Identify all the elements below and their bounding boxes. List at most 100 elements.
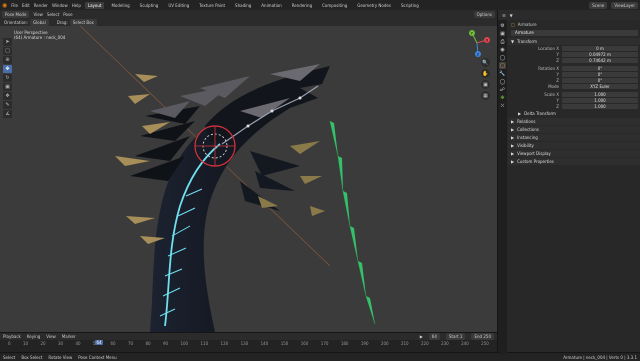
menu-render[interactable]: Render [34, 3, 48, 8]
workspace-tab-sculpting[interactable]: Sculpting [137, 2, 162, 9]
tool-tab-icon[interactable]: ⚙ [499, 22, 506, 29]
view-nav-buttons: 🔍 ✋ ▣ ▦ [481, 58, 490, 100]
select-icon[interactable]: □ [3, 47, 12, 55]
timeline-tick: 60 [110, 341, 116, 346]
custom-properties-panel-header[interactable]: ▶ Custom Properties [508, 158, 640, 165]
menu-playback[interactable]: Playback [3, 334, 21, 339]
timeline-tick: 0 [8, 341, 11, 346]
menu-file[interactable]: File [11, 3, 18, 8]
outliner-header: ☰ ▼ [497, 10, 640, 20]
scene-tab-icon[interactable]: ◉ [499, 46, 506, 53]
menu-help[interactable]: Help [72, 3, 81, 8]
object-name-field[interactable]: Armature [511, 30, 638, 36]
measure-icon[interactable]: ∡ [3, 110, 12, 118]
timeline-tick: 240 [461, 341, 469, 346]
menu-window[interactable]: Window [52, 3, 68, 8]
outliner-icon[interactable]: ☰ [502, 13, 506, 18]
object-tab-icon[interactable]: □ [499, 62, 506, 69]
modifier-tab-icon[interactable]: 🔧 [499, 70, 506, 77]
workspace-tab-scripting[interactable]: Scripting [398, 2, 422, 9]
pan-hand-icon[interactable]: ✋ [481, 69, 490, 78]
delta-transform-header[interactable]: ▶ Delta Transform [508, 110, 640, 117]
timeline-tick: 150 [280, 341, 289, 346]
relations-panel-header[interactable]: ▶ Relations [508, 118, 640, 125]
data-tab-icon[interactable]: ✥ [499, 94, 506, 101]
location-z-field[interactable]: 0.74642 m [562, 57, 638, 63]
cursor3d-icon[interactable]: ⊕ [3, 56, 12, 64]
scale-icon[interactable]: ▣ [3, 83, 12, 91]
rotate-gizmo[interactable] [194, 125, 236, 167]
menu-edit[interactable]: Edit [22, 3, 30, 8]
drag-dropdown[interactable]: Select Box [69, 19, 97, 26]
menu-pose[interactable]: Pose [63, 12, 72, 17]
orientation-label: Orientation: [4, 20, 28, 25]
timeline-tick: 250 [481, 341, 489, 346]
object-type-icon: □ [511, 21, 515, 27]
timeline-tick: 10 [22, 341, 29, 346]
viewport-info-overlay: User Perspective (64) Armature : neck_00… [14, 30, 65, 40]
timeline-tick: 100 [180, 341, 189, 346]
camera-icon[interactable]: ▣ [481, 80, 490, 89]
move-icon[interactable]: ✥ [3, 65, 12, 73]
timeline-tick: 220 [421, 341, 429, 346]
transform-panel-header[interactable]: ▼ Transform [508, 38, 640, 45]
visibility-panel-header[interactable]: ▶ Visibility [508, 142, 640, 149]
workspace-tab-shading[interactable]: Shading [232, 2, 254, 9]
workspace-tab-uv-editing[interactable]: UV Editing [165, 2, 192, 9]
scale-z-label: Z [556, 103, 559, 109]
workspace-tab-modeling[interactable]: Modeling [108, 2, 132, 9]
menu-view[interactable]: View [33, 12, 43, 17]
cursor-icon[interactable]: ➤ [3, 38, 12, 46]
scale-x-field[interactable]: 1.000 [562, 91, 638, 97]
rotation-mode-dropdown[interactable]: XYZ Euler [562, 83, 638, 89]
workspace-tab-animation[interactable]: Animation [258, 2, 284, 9]
playhead[interactable]: 64 [95, 340, 103, 345]
physics-tab-icon[interactable]: ◯ [499, 78, 506, 85]
scene-selector[interactable]: Scene [589, 1, 608, 9]
rotation-y-field[interactable]: 0° [562, 71, 638, 77]
zoom-icon[interactable]: 🔍 [481, 58, 490, 67]
blender-logo-icon[interactable]: ◉ [2, 2, 7, 9]
world-tab-icon[interactable]: ◯ [499, 54, 506, 61]
timeline-header: Playback Keying View Marker ▶ 64 Start 1… [0, 333, 497, 340]
location-y-field[interactable]: 0.04972 m [562, 51, 638, 57]
menu-keying[interactable]: Keying [27, 334, 40, 339]
navigation-gizmo[interactable]: X Y Z [462, 28, 492, 58]
menu-select[interactable]: Select [47, 12, 59, 17]
collections-panel-header[interactable]: ▶ Collections [508, 126, 640, 133]
constraint-tab-icon[interactable]: ☍ [499, 86, 506, 93]
filter-icon[interactable]: ▼ [510, 13, 513, 18]
output-tab-icon[interactable]: ⎙ [499, 38, 506, 45]
rotation-x-field[interactable]: 0° [562, 65, 638, 71]
current-frame-field[interactable]: 64 [428, 333, 440, 340]
menu-marker[interactable]: Marker [62, 334, 76, 339]
render-tab-icon[interactable]: ▣ [499, 30, 506, 37]
workspace-tab-rendering[interactable]: Rendering [289, 2, 315, 9]
bone-tab-icon[interactable]: ⛌ [499, 102, 506, 109]
grid-icon[interactable]: ▦ [481, 91, 490, 100]
start-frame-field[interactable]: Start 1 [445, 333, 466, 340]
workspace-tab-compositing[interactable]: Compositing [319, 2, 350, 9]
dragon-rig-render [79, 26, 376, 332]
annotate-icon[interactable]: ✎ [3, 101, 12, 109]
workspace-tab-texture-paint[interactable]: Texture Paint [196, 2, 228, 9]
end-frame-field[interactable]: End 250 [471, 333, 494, 340]
timeline-tick: 180 [340, 341, 349, 346]
scale-z-field[interactable]: 1.000 [562, 103, 638, 109]
location-x-field[interactable]: 0 m [562, 45, 638, 51]
instancing-panel-header[interactable]: ▶ Instancing [508, 134, 640, 141]
rotation-z-field[interactable]: 0° [562, 77, 638, 83]
workspace-tab-geometry-nodes[interactable]: Geometry Nodes [354, 2, 394, 9]
orientation-dropdown[interactable]: Global [29, 19, 49, 26]
rotate-icon[interactable]: ↻ [3, 74, 12, 82]
workspace-tab-layout[interactable]: Layout [84, 1, 105, 9]
transform-icon[interactable]: ❖ [3, 92, 12, 100]
3d-viewport[interactable]: User Perspective (64) Armature : neck_00… [0, 26, 497, 332]
mode-dropdown[interactable]: Pose Mode [2, 11, 30, 18]
viewlayer-selector[interactable]: ViewLayer [611, 1, 638, 9]
play-icon[interactable]: ▶ [420, 334, 423, 339]
scale-y-field[interactable]: 1.000 [562, 97, 638, 103]
menu-view-timeline[interactable]: View [46, 334, 56, 339]
options-dropdown[interactable]: Options [473, 11, 495, 18]
viewport-display-panel-header[interactable]: ▶ Viewport Display [508, 150, 640, 157]
